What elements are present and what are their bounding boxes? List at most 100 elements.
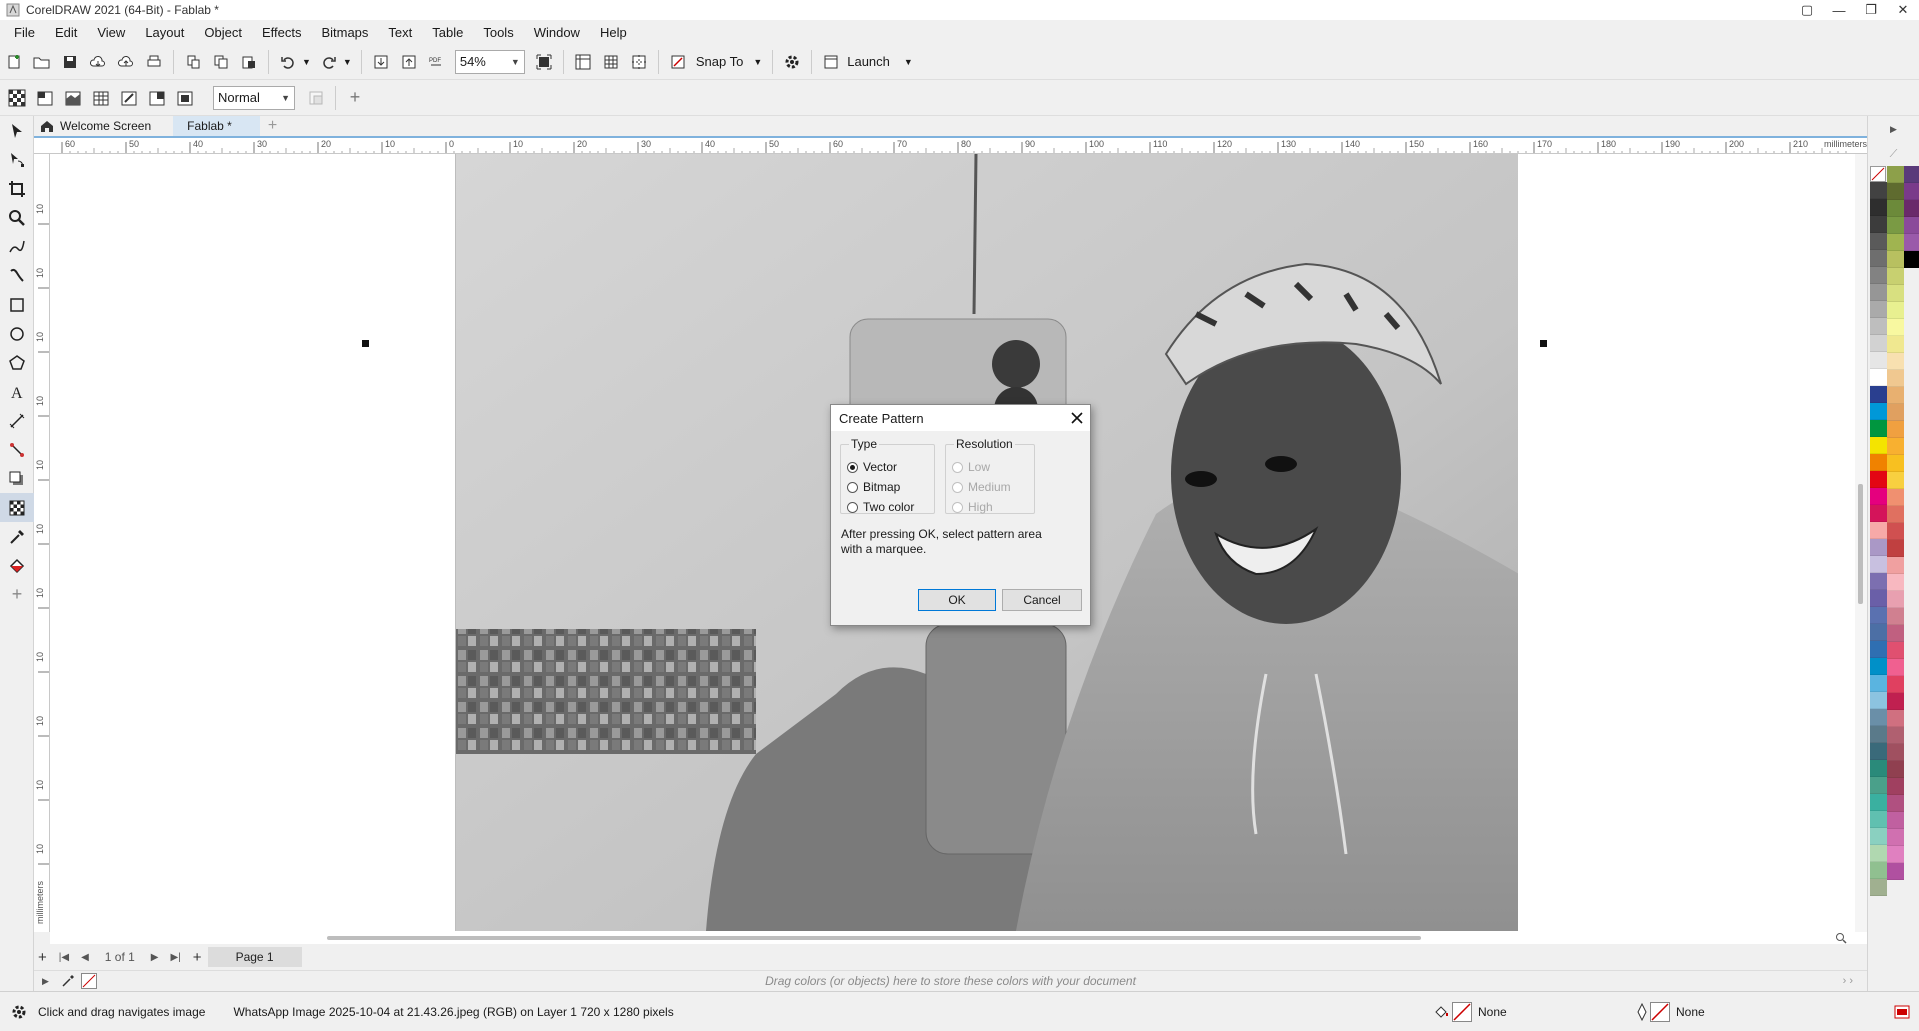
color-swatch[interactable] — [1887, 489, 1904, 506]
show-rulers-button[interactable] — [570, 49, 596, 75]
color-swatch[interactable] — [1904, 217, 1919, 234]
artistic-media-tool[interactable] — [0, 261, 34, 290]
edit-bitmap-button[interactable] — [116, 85, 142, 111]
next-page-button[interactable]: ▶ — [151, 952, 159, 963]
color-swatch[interactable] — [1887, 285, 1904, 302]
zoom-tool[interactable] — [0, 203, 34, 232]
crop-bitmap-button[interactable] — [60, 85, 86, 111]
pattern-fill-tool[interactable] — [0, 493, 34, 522]
paste-button[interactable] — [236, 49, 262, 75]
last-page-button[interactable]: ▶| — [171, 952, 181, 963]
redo-dropdown-icon[interactable]: ▼ — [343, 57, 352, 67]
color-swatch[interactable] — [1870, 845, 1887, 862]
color-swatch[interactable] — [1887, 183, 1904, 200]
first-page-button[interactable]: |◀ — [59, 952, 69, 963]
document-palette[interactable]: ▶ Drag colors (or objects) here to store… — [34, 970, 1867, 991]
color-swatch[interactable] — [1870, 199, 1887, 216]
close-icon[interactable] — [1070, 411, 1084, 425]
undo-button[interactable] — [275, 49, 301, 75]
color-swatch[interactable] — [1887, 574, 1904, 591]
color-swatch[interactable] — [1887, 829, 1904, 846]
menu-object[interactable]: Object — [194, 25, 252, 40]
color-swatch[interactable] — [1870, 318, 1887, 335]
color-swatch[interactable] — [1887, 404, 1904, 421]
document-palette-scroll-icon[interactable]: › › — [1843, 975, 1853, 987]
color-swatch[interactable] — [1887, 727, 1904, 744]
pixel-view-button[interactable] — [303, 85, 329, 111]
color-swatch[interactable] — [1870, 641, 1887, 658]
add-page-after-button[interactable]: + — [193, 949, 202, 966]
color-swatch[interactable] — [1870, 760, 1887, 777]
type-bitmap-radio[interactable]: Bitmap — [847, 477, 914, 497]
menu-layout[interactable]: Layout — [135, 25, 194, 40]
connector-tool[interactable] — [0, 435, 34, 464]
color-swatch[interactable] — [1870, 420, 1887, 437]
cloud-import-button[interactable] — [85, 49, 111, 75]
pick-tool[interactable] — [0, 116, 34, 145]
color-swatch[interactable] — [1870, 862, 1887, 879]
vertical-scroll-thumb[interactable] — [1858, 484, 1863, 604]
color-swatch[interactable] — [1870, 879, 1887, 896]
show-grid-button[interactable] — [598, 49, 624, 75]
color-swatch[interactable] — [1870, 692, 1887, 709]
launch-button[interactable] — [818, 49, 844, 75]
new-document-button[interactable] — [1, 49, 27, 75]
color-swatch[interactable] — [1870, 522, 1887, 539]
minimize-button[interactable]: — — [1823, 0, 1855, 20]
color-swatch[interactable] — [1887, 370, 1904, 387]
new-tab-button[interactable]: + — [260, 116, 285, 136]
color-swatch[interactable] — [1870, 233, 1887, 250]
color-swatch[interactable] — [1887, 353, 1904, 370]
color-swatch[interactable] — [1870, 488, 1887, 505]
color-swatch[interactable] — [1887, 438, 1904, 455]
eyedropper-tool[interactable] — [0, 522, 34, 551]
print-button[interactable] — [141, 49, 167, 75]
selection-handle-left[interactable] — [362, 340, 369, 347]
color-swatch[interactable] — [1887, 455, 1904, 472]
previous-page-button[interactable]: ◀ — [81, 952, 89, 963]
close-button[interactable]: ✕ — [1887, 0, 1919, 20]
add-page-before-button[interactable]: + — [38, 949, 47, 966]
color-swatch[interactable] — [1904, 200, 1919, 217]
freehand-tool[interactable] — [0, 232, 34, 261]
bitmap-color-mask-button[interactable] — [144, 85, 170, 111]
color-swatch[interactable] — [1887, 778, 1904, 795]
undo-dropdown-icon[interactable]: ▼ — [302, 57, 311, 67]
color-swatch[interactable] — [1887, 710, 1904, 727]
color-swatch[interactable] — [1870, 709, 1887, 726]
color-swatch[interactable] — [1887, 591, 1904, 608]
selection-handle-right[interactable] — [1540, 340, 1547, 347]
gear-icon[interactable] — [10, 1003, 28, 1021]
color-swatch[interactable] — [1904, 183, 1919, 200]
drop-shadow-tool[interactable] — [0, 464, 34, 493]
color-swatch[interactable] — [1887, 421, 1904, 438]
color-swatch[interactable] — [1870, 658, 1887, 675]
palette-expand-icon[interactable]: ▶ — [1868, 116, 1919, 142]
color-swatch[interactable] — [1904, 166, 1919, 183]
publish-pdf-button[interactable]: PDF — [424, 49, 450, 75]
resolution-high-radio[interactable]: High — [952, 497, 1011, 517]
import-button[interactable] — [368, 49, 394, 75]
text-tool[interactable]: A — [0, 377, 34, 406]
snap-to-label[interactable]: Snap To — [696, 54, 743, 69]
color-swatch[interactable] — [1887, 557, 1904, 574]
color-swatch[interactable] — [1887, 234, 1904, 251]
color-swatch[interactable] — [1870, 743, 1887, 760]
horizontal-scroll-thumb[interactable] — [327, 936, 1421, 940]
color-swatch[interactable] — [1870, 811, 1887, 828]
tab-fablab[interactable]: Fablab * — [173, 116, 260, 136]
color-swatch[interactable] — [1887, 863, 1904, 880]
add-tool-button[interactable]: + — [0, 580, 34, 609]
color-swatch[interactable] — [1887, 659, 1904, 676]
color-swatch[interactable] — [1870, 403, 1887, 420]
color-swatch[interactable] — [1887, 676, 1904, 693]
color-swatch[interactable] — [1870, 267, 1887, 284]
menu-view[interactable]: View — [87, 25, 135, 40]
color-swatch[interactable] — [1887, 200, 1904, 217]
cut-button[interactable] — [180, 49, 206, 75]
export-button[interactable] — [396, 49, 422, 75]
resolution-low-radio[interactable]: Low — [952, 457, 1011, 477]
no-color-swatch[interactable] — [1870, 166, 1886, 182]
color-proof-icon[interactable] — [1894, 1004, 1910, 1020]
open-button[interactable] — [29, 49, 55, 75]
